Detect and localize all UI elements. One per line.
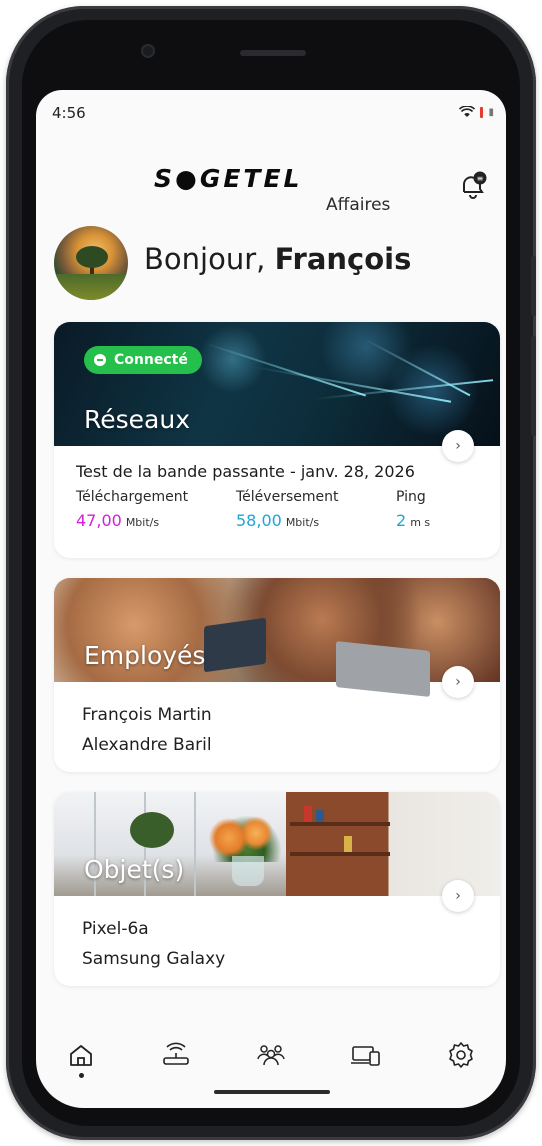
objects-card[interactable]: Objet(s) › Pixel-6a Samsung Galaxy	[54, 792, 500, 986]
chevron-right-icon: ›	[455, 674, 461, 690]
front-camera	[141, 44, 155, 58]
objects-card-title: Objet(s)	[84, 855, 185, 884]
download-label: Téléchargement	[76, 489, 189, 505]
employees-card-title: Employés	[84, 641, 206, 670]
download-value-row: 47,00 Mbit/s	[76, 511, 236, 530]
power-button	[531, 336, 536, 436]
download-metric: Téléchargement 47,00 Mbit/s	[76, 489, 236, 530]
greeting-prefix: Bonjour,	[144, 242, 266, 276]
employees-list: François Martin Alexandre Baril	[54, 682, 500, 772]
list-item[interactable]: Pixel-6a	[82, 914, 472, 944]
earpiece-speaker	[240, 50, 306, 56]
download-value: 47,00	[76, 511, 122, 530]
app-screen: 4:56 ▮ S●GETEL Affaires ≡ Bonjour, Franç…	[36, 90, 506, 1108]
bandwidth-test-line: Test de la bande passante - janv. 28, 20…	[76, 462, 415, 481]
status-minus-icon	[94, 354, 106, 366]
nav-home[interactable]	[58, 1032, 104, 1078]
ping-label: Ping	[396, 489, 426, 505]
notification-bell-icon[interactable]: ≡	[458, 170, 488, 202]
nav-network[interactable]	[153, 1032, 199, 1078]
badge-label: Connecté	[114, 352, 188, 368]
chevron-right-icon: ›	[455, 438, 461, 454]
greeting-name: François	[274, 242, 412, 276]
network-card[interactable]: Connecté Réseaux › Test de la bande pass…	[54, 322, 500, 558]
chevron-right-icon: ›	[455, 888, 461, 904]
brand-logo: S●GETEL	[154, 164, 303, 193]
home-indicator[interactable]	[214, 1090, 330, 1094]
ping-value: 2	[396, 511, 407, 530]
network-image: Connecté Réseaux ›	[54, 322, 500, 462]
list-item[interactable]: Alexandre Baril	[82, 730, 472, 760]
volume-button	[531, 256, 536, 316]
download-unit: Mbit/s	[125, 516, 160, 529]
ping-value-row: 2m s	[396, 511, 430, 530]
network-card-title: Réseaux	[84, 405, 190, 434]
devices-icon	[351, 1046, 380, 1066]
objects-list: Pixel-6a Samsung Galaxy	[54, 896, 500, 986]
active-indicator	[78, 1073, 84, 1078]
svg-text:≡: ≡	[477, 174, 484, 183]
network-open-button[interactable]: ›	[442, 430, 474, 462]
network-card-body: Test de la bande passante - janv. 28, 20…	[54, 446, 500, 544]
list-item[interactable]: Samsung Galaxy	[82, 944, 472, 974]
upload-label: Téléversement	[236, 489, 339, 505]
home-icon	[70, 1045, 92, 1066]
greeting-text: Bonjour, François	[144, 242, 411, 276]
brand-subtitle: Affaires	[326, 195, 391, 215]
nav-devices[interactable]	[343, 1032, 389, 1078]
battery-alert-icon	[480, 106, 484, 118]
objects-open-button[interactable]: ›	[442, 880, 474, 912]
users-icon	[257, 1045, 285, 1066]
bottom-nav	[36, 1032, 506, 1092]
employees-image: Employés ›	[54, 578, 500, 698]
bandwidth-metrics: Téléchargement 47,00 Mbit/s Téléversement…	[76, 489, 478, 530]
status-icons: ▮	[459, 106, 494, 118]
ping-metric: Ping 2m s	[396, 489, 430, 530]
signal-icon: ▮	[488, 106, 494, 118]
upload-value-row: 58,00 Mbit/s	[236, 511, 396, 530]
upload-unit: Mbit/s	[285, 516, 320, 529]
upload-metric: Téléversement 58,00 Mbit/s	[236, 489, 396, 530]
list-item[interactable]: François Martin	[82, 700, 472, 730]
employees-card[interactable]: Employés › François Martin Alexandre Bar…	[54, 578, 500, 772]
ping-unit: m s	[410, 516, 431, 529]
wifi-icon	[459, 106, 476, 117]
avatar[interactable]	[54, 226, 128, 300]
nav-settings[interactable]	[438, 1032, 484, 1078]
objects-image: Objet(s) ›	[54, 792, 500, 912]
employees-open-button[interactable]: ›	[442, 666, 474, 698]
connection-status-badge: Connecté	[84, 346, 202, 374]
nav-employees[interactable]	[248, 1032, 294, 1078]
settings-icon	[449, 1042, 473, 1068]
upload-value: 58,00	[236, 511, 282, 530]
status-time: 4:56	[52, 104, 86, 122]
router-icon	[163, 1042, 189, 1065]
